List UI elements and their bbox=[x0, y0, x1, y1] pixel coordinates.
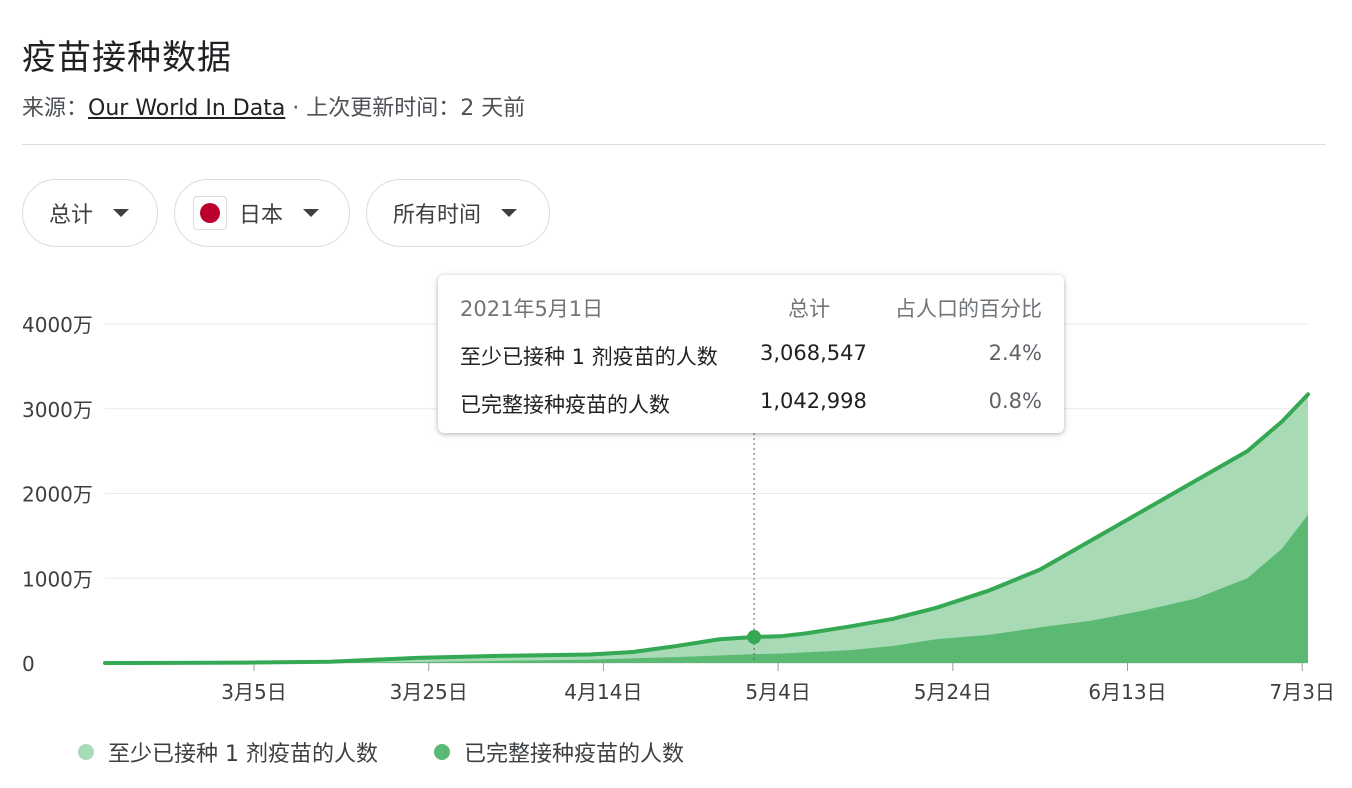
x-tick-label: 3月25日 bbox=[390, 680, 468, 704]
y-tick-label: 4000万 bbox=[22, 313, 93, 337]
legend-item-fully[interactable]: 已完整接种疫苗的人数 bbox=[434, 736, 684, 768]
tooltip-col-pct: 占人口的百分比 bbox=[895, 297, 1042, 321]
tooltip-row-pct: 0.8% bbox=[988, 389, 1042, 413]
legend-swatch bbox=[434, 744, 450, 760]
chart-tooltip: 2021年5月1日 总计 占人口的百分比 至少已接种 1 剂疫苗的人数 3,06… bbox=[438, 275, 1064, 433]
y-tick-label: 1000万 bbox=[22, 567, 93, 591]
legend-label: 至少已接种 1 剂疫苗的人数 bbox=[108, 742, 378, 767]
tooltip-row-label: 已完整接种疫苗的人数 bbox=[460, 393, 670, 417]
tooltip-col-total: 总计 bbox=[788, 297, 830, 321]
x-tick-label: 3月5日 bbox=[221, 680, 286, 704]
tooltip-row-pct: 2.4% bbox=[988, 341, 1042, 365]
x-tick-label: 5月4日 bbox=[745, 680, 810, 704]
x-tick-label: 4月14日 bbox=[564, 680, 642, 704]
legend-item-at-least-one[interactable]: 至少已接种 1 剂疫苗的人数 bbox=[78, 736, 378, 768]
x-tick-label: 6月13日 bbox=[1088, 680, 1166, 704]
y-tick-label: 2000万 bbox=[22, 483, 93, 507]
y-tick-label: 0 bbox=[22, 652, 35, 676]
hover-marker bbox=[747, 629, 762, 644]
tooltip-row-label: 至少已接种 1 剂疫苗的人数 bbox=[460, 345, 718, 369]
legend-label: 已完整接种疫苗的人数 bbox=[464, 742, 685, 767]
legend-swatch bbox=[78, 744, 94, 760]
y-tick-label: 3000万 bbox=[22, 398, 93, 422]
tooltip-row-total: 3,068,547 bbox=[760, 341, 867, 365]
x-tick-label: 7月3日 bbox=[1269, 680, 1334, 704]
tooltip-date: 2021年5月1日 bbox=[460, 297, 604, 321]
tooltip-row-total: 1,042,998 bbox=[760, 389, 867, 413]
x-tick-label: 5月24日 bbox=[914, 680, 992, 704]
